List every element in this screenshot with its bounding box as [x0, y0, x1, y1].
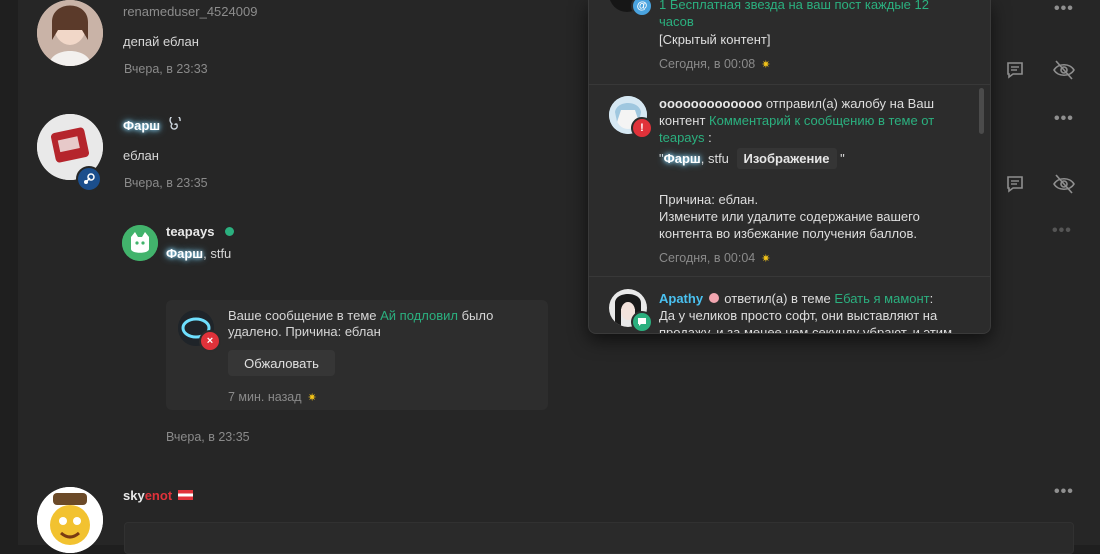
spiral-badge-icon	[168, 114, 184, 133]
notification-item[interactable]: 1 Бесплатная звезда на ваш пост каждые 1…	[659, 0, 964, 74]
notification-item[interactable]: Apathy ответил(а) в теме Ебать я мамонт:…	[659, 290, 964, 334]
notification-time: Сегодня, в 00:04 ✷	[659, 251, 771, 265]
post-username[interactable]: skyenot	[123, 488, 172, 503]
reason-text: Причина: еблан.	[659, 192, 759, 207]
removed-badge-icon: ×	[199, 330, 221, 352]
reply-text: Фарш, stfu	[166, 246, 231, 261]
post-time[interactable]: Вчера, в 23:35	[124, 176, 208, 190]
steam-badge-icon	[76, 166, 102, 192]
divider	[589, 84, 990, 85]
more-options-icon[interactable]: •••	[1054, 483, 1074, 501]
reply-time[interactable]: Вчера, в 23:35	[166, 430, 250, 444]
online-indicator	[225, 227, 234, 236]
appeal-button[interactable]: Обжаловать	[228, 350, 335, 376]
notification-item[interactable]: ооооооооооооо отправил(а) жалобу на Ваш …	[659, 95, 964, 268]
deletion-notice: × Ваше сообщение в теме Ай подловил было…	[166, 300, 548, 410]
star-icon: ✷	[307, 392, 317, 404]
notification-text: Apathy ответил(а) в теме Ебать я мамонт:	[659, 291, 934, 306]
user-avatar[interactable]	[37, 487, 103, 553]
notifications-popup: @ 1 Бесплатная звезда на ваш пост каждые…	[588, 0, 991, 334]
post-text: депай еблан	[123, 34, 199, 49]
peach-icon	[708, 293, 719, 303]
quote: "Фарш, stfu Изображение "	[659, 148, 964, 169]
reason-detail: Измените или удалите содержание вашего к…	[659, 209, 920, 241]
post-username[interactable]: renameduser_4524009	[123, 4, 257, 19]
image-tag[interactable]: Изображение	[736, 148, 837, 169]
notification-user[interactable]: ооооооооооооо	[659, 96, 762, 111]
divider	[589, 276, 990, 277]
more-options-icon[interactable]: •••	[1054, 0, 1074, 18]
popup-scrollbar[interactable]	[979, 88, 984, 134]
reply-badge-icon	[631, 311, 653, 333]
teapays-avatar[interactable]	[122, 225, 158, 261]
star-icon: ✷	[761, 59, 771, 71]
notification-text: [Скрытый контент]	[659, 32, 771, 47]
comment-icon[interactable]	[1002, 57, 1028, 83]
notification-user[interactable]: Apathy	[659, 291, 703, 306]
mention-badge-icon: @	[631, 0, 653, 17]
report-badge-icon: !	[631, 117, 653, 139]
post-text: еблан	[123, 148, 159, 163]
notification-text: ооооооооооооо отправил(а) жалобу на Ваш …	[659, 96, 935, 145]
notification-time: Сегодня, в 00:08 ✷	[659, 57, 771, 71]
user-avatar[interactable]	[37, 0, 103, 66]
comment-icon[interactable]	[1002, 171, 1028, 197]
more-options-icon[interactable]: •••	[1052, 222, 1072, 240]
flag-icon	[178, 490, 193, 500]
notification-link[interactable]: 1 Бесплатная звезда на ваш пост каждые 1…	[659, 0, 964, 30]
notice-time: 7 мин. назад ✷	[228, 390, 317, 404]
comment-box[interactable]	[124, 522, 1074, 554]
notification-link[interactable]: Ебать я мамонт	[834, 291, 929, 306]
notice-text: Ваше сообщение в теме Ай подловил было у…	[228, 308, 494, 339]
reply-message: , stfu	[203, 246, 232, 261]
notification-body: Да у челиков просто софт, они выставляют…	[659, 308, 953, 334]
hide-icon[interactable]	[1051, 57, 1077, 83]
mentioned-user[interactable]: Фарш	[166, 246, 203, 261]
hide-icon[interactable]	[1051, 171, 1077, 197]
thread-link[interactable]: Ай подловил	[380, 308, 458, 323]
post-time[interactable]: Вчера, в 23:33	[124, 62, 208, 76]
post-username[interactable]: Фарш	[123, 118, 160, 133]
more-options-icon[interactable]: •••	[1054, 110, 1074, 128]
reply-username[interactable]: teapays	[166, 224, 214, 239]
star-icon: ✷	[761, 253, 771, 265]
